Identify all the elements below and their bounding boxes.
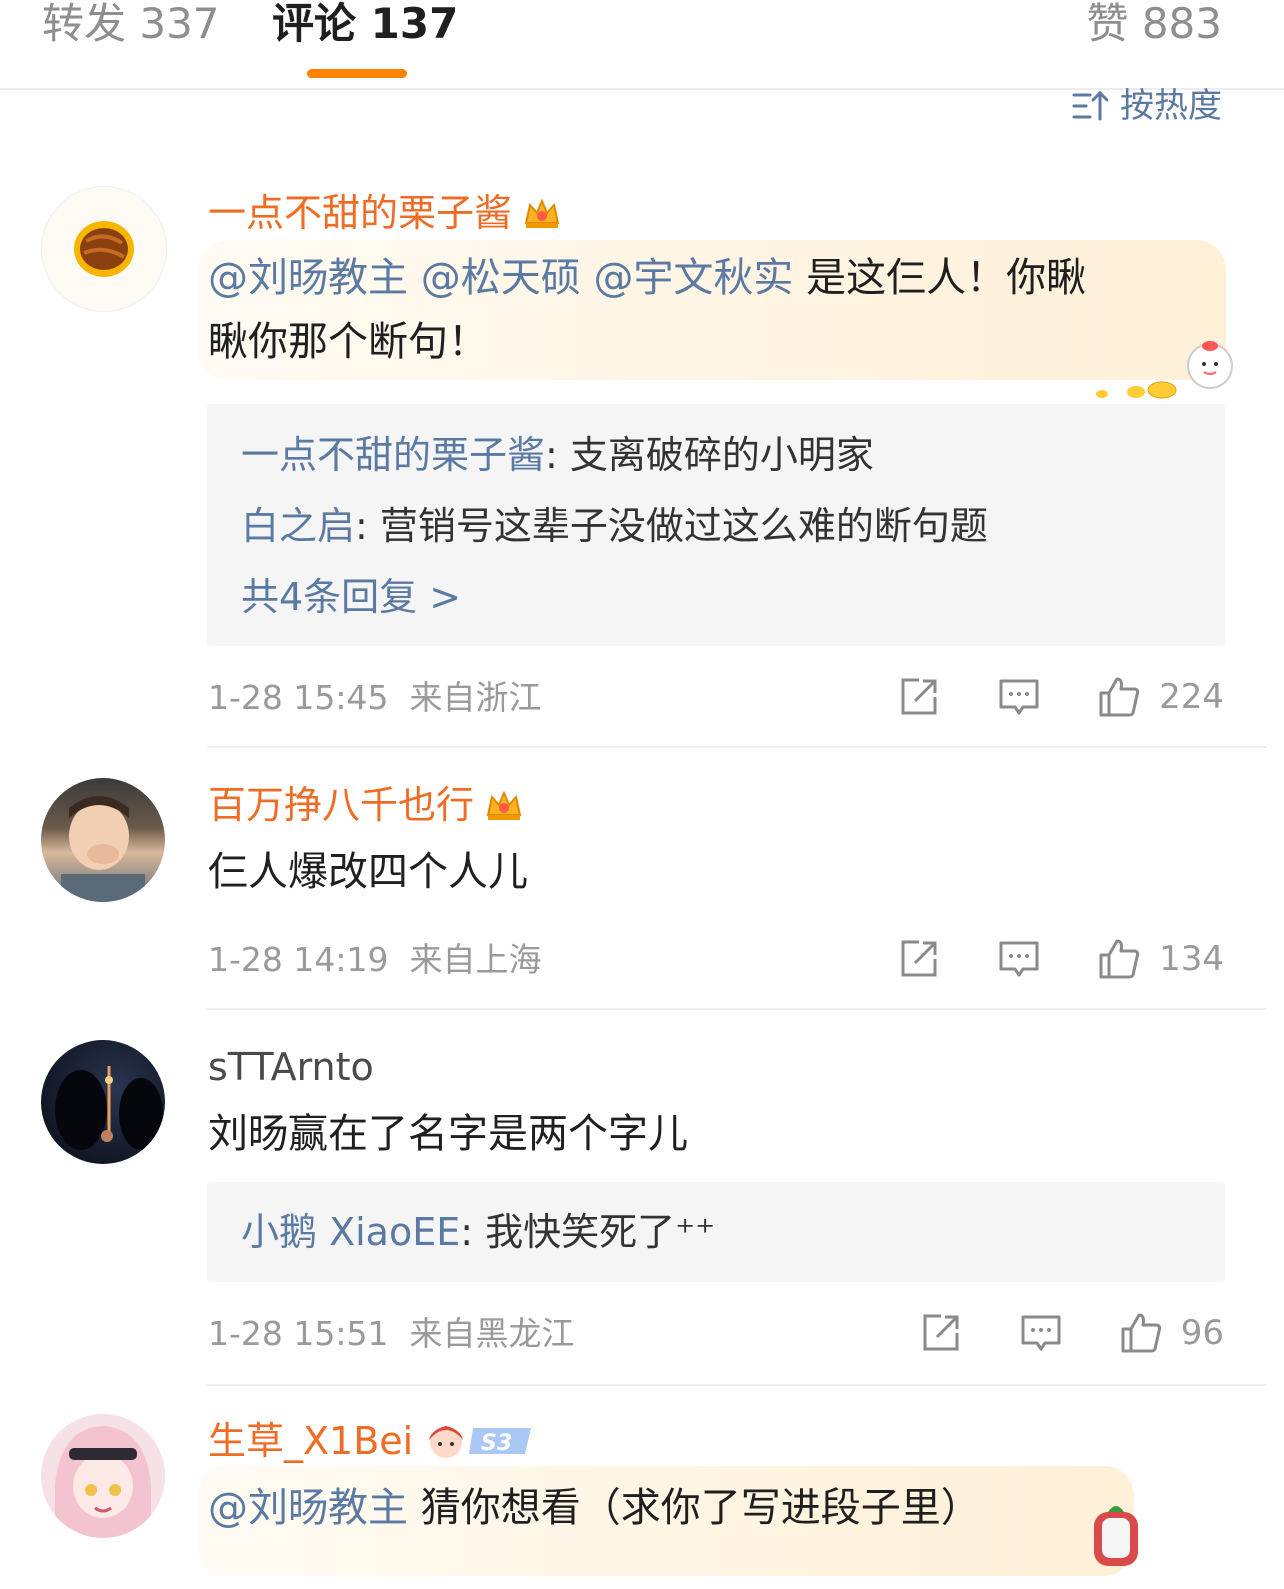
share-icon[interactable] xyxy=(897,675,941,719)
mention-link[interactable]: @宇文秋实 xyxy=(593,255,793,301)
more-replies-link[interactable]: 共4条回复 > xyxy=(241,574,461,620)
chestnut-avatar xyxy=(74,221,134,277)
crown-icon xyxy=(486,790,522,820)
username-text: 生草_X1Bei xyxy=(208,1419,414,1463)
divider xyxy=(207,746,1267,748)
girl-emoji-icon xyxy=(429,1426,464,1458)
reply-text: : 营销号这辈子没做过这么难的断句题 xyxy=(355,504,988,548)
comment-location: 来自浙江 xyxy=(409,678,542,717)
divider xyxy=(207,1008,1267,1010)
username[interactable]: 生草_X1Bei S3 xyxy=(208,1418,535,1464)
comment-time: 1-28 15:51 xyxy=(208,1314,389,1353)
reply-username[interactable]: 小鹅 XiaoEE xyxy=(241,1210,460,1254)
comment-icon[interactable] xyxy=(1019,1311,1063,1355)
svg-text:S3: S3 xyxy=(481,1431,512,1456)
like-icon[interactable] xyxy=(1097,937,1141,981)
level-badge-icon: S3 xyxy=(469,1428,532,1456)
comment-time: 1-28 14:19 xyxy=(208,940,389,979)
comment-text: @刘旸教主 猜你想看（求你了写进段子里） xyxy=(208,1476,981,1540)
username[interactable]: 百万挣八千也行 xyxy=(208,782,524,828)
comment-text: 刘旸赢在了名字是两个字儿 xyxy=(208,1111,688,1157)
reply-item: 白之启: 营销号这辈子没做过这么难的断句题 xyxy=(241,503,988,549)
comment-text-line: 是这仨人！你瞅 xyxy=(806,255,1087,301)
night-tower-avatar xyxy=(55,1066,163,1150)
comment-text-line: 猜你想看（求你了写进段子里） xyxy=(420,1485,981,1531)
username[interactable]: sTTArnto xyxy=(208,1044,374,1090)
like-count: 134 xyxy=(1159,939,1224,979)
username-text: sTTArnto xyxy=(208,1045,374,1089)
comment-actions: 134 xyxy=(897,937,1224,981)
avatar[interactable] xyxy=(41,1040,165,1164)
comment-text: 仨人爆改四个人儿 xyxy=(208,849,528,895)
anime-girl-avatar xyxy=(55,1426,151,1538)
divider xyxy=(207,1384,1267,1386)
like-count: 96 xyxy=(1180,1313,1224,1353)
reply-box[interactable]: 小鹅 XiaoEE: 我快笑死了⁺⁺ xyxy=(207,1182,1225,1282)
reply-item: 小鹅 XiaoEE: 我快笑死了⁺⁺ xyxy=(241,1209,715,1255)
like-icon[interactable] xyxy=(1119,1311,1163,1355)
comment-meta: 1-28 15:51 来自黑龙江 xyxy=(208,1314,574,1354)
reply-text: : 我快笑死了⁺⁺ xyxy=(460,1210,716,1254)
comment-icon[interactable] xyxy=(997,937,1041,981)
share-icon[interactable] xyxy=(897,937,941,981)
comment-location: 来自上海 xyxy=(409,940,542,979)
reply-username[interactable]: 一点不甜的栗子酱 xyxy=(241,433,545,477)
username-text: 百万挣八千也行 xyxy=(208,783,475,827)
active-tab-indicator xyxy=(307,69,407,78)
comment-text: @刘旸教主 @松天硕 @宇文秋实 是这仨人！你瞅 瞅你那个断句！ xyxy=(208,246,1208,374)
like-icon[interactable] xyxy=(1097,675,1141,719)
comment-meta: 1-28 14:19 来自上海 xyxy=(208,940,541,980)
avatar[interactable] xyxy=(41,778,165,902)
avatar[interactable] xyxy=(41,1414,165,1538)
username-text: 一点不甜的栗子酱 xyxy=(208,191,513,235)
like-count: 224 xyxy=(1159,677,1224,717)
comment-actions: 96 xyxy=(919,1311,1224,1355)
tab-comment[interactable]: 评论 137 xyxy=(272,0,458,48)
comment-location: 来自黑龙江 xyxy=(409,1314,575,1353)
crown-icon xyxy=(524,198,560,228)
tab-bar: 转发 337 评论 137 赞 883 xyxy=(0,0,1284,90)
mention-link[interactable]: @刘旸教主 xyxy=(208,1485,408,1531)
sort-icon xyxy=(1072,90,1108,121)
s3-badge: S3 xyxy=(423,1420,535,1462)
mention-link[interactable]: @松天硕 xyxy=(421,255,581,301)
tab-like[interactable]: 赞 883 xyxy=(1086,0,1222,48)
comment-time: 1-28 15:45 xyxy=(208,678,389,717)
reply-username[interactable]: 白之启 xyxy=(241,504,355,548)
comment-icon[interactable] xyxy=(997,675,1041,719)
mention-link[interactable]: @刘旸教主 xyxy=(208,255,408,301)
reply-box[interactable]: 一点不甜的栗子酱: 支离破碎的小明家 白之启: 营销号这辈子没做过这么难的断句题… xyxy=(207,404,1225,646)
sort-label: 按热度 xyxy=(1120,86,1222,126)
share-icon[interactable] xyxy=(919,1311,963,1355)
comment-actions: 224 xyxy=(897,675,1224,719)
tab-repost[interactable]: 转发 337 xyxy=(42,0,220,48)
sort-button[interactable]: 按热度 xyxy=(1072,86,1222,126)
comment-text-line: 瞅你那个断句！ xyxy=(208,319,488,365)
reply-item: 一点不甜的栗子酱: 支离破碎的小明家 xyxy=(241,432,874,478)
username[interactable]: 一点不甜的栗子酱 xyxy=(208,190,562,236)
fruit-decoration-icon xyxy=(1094,1506,1138,1566)
comment-meta: 1-28 15:45 来自浙江 xyxy=(208,678,541,718)
avatar[interactable] xyxy=(41,186,167,312)
child-photo-avatar xyxy=(61,796,145,902)
reply-text: : 支离破碎的小明家 xyxy=(545,433,874,477)
